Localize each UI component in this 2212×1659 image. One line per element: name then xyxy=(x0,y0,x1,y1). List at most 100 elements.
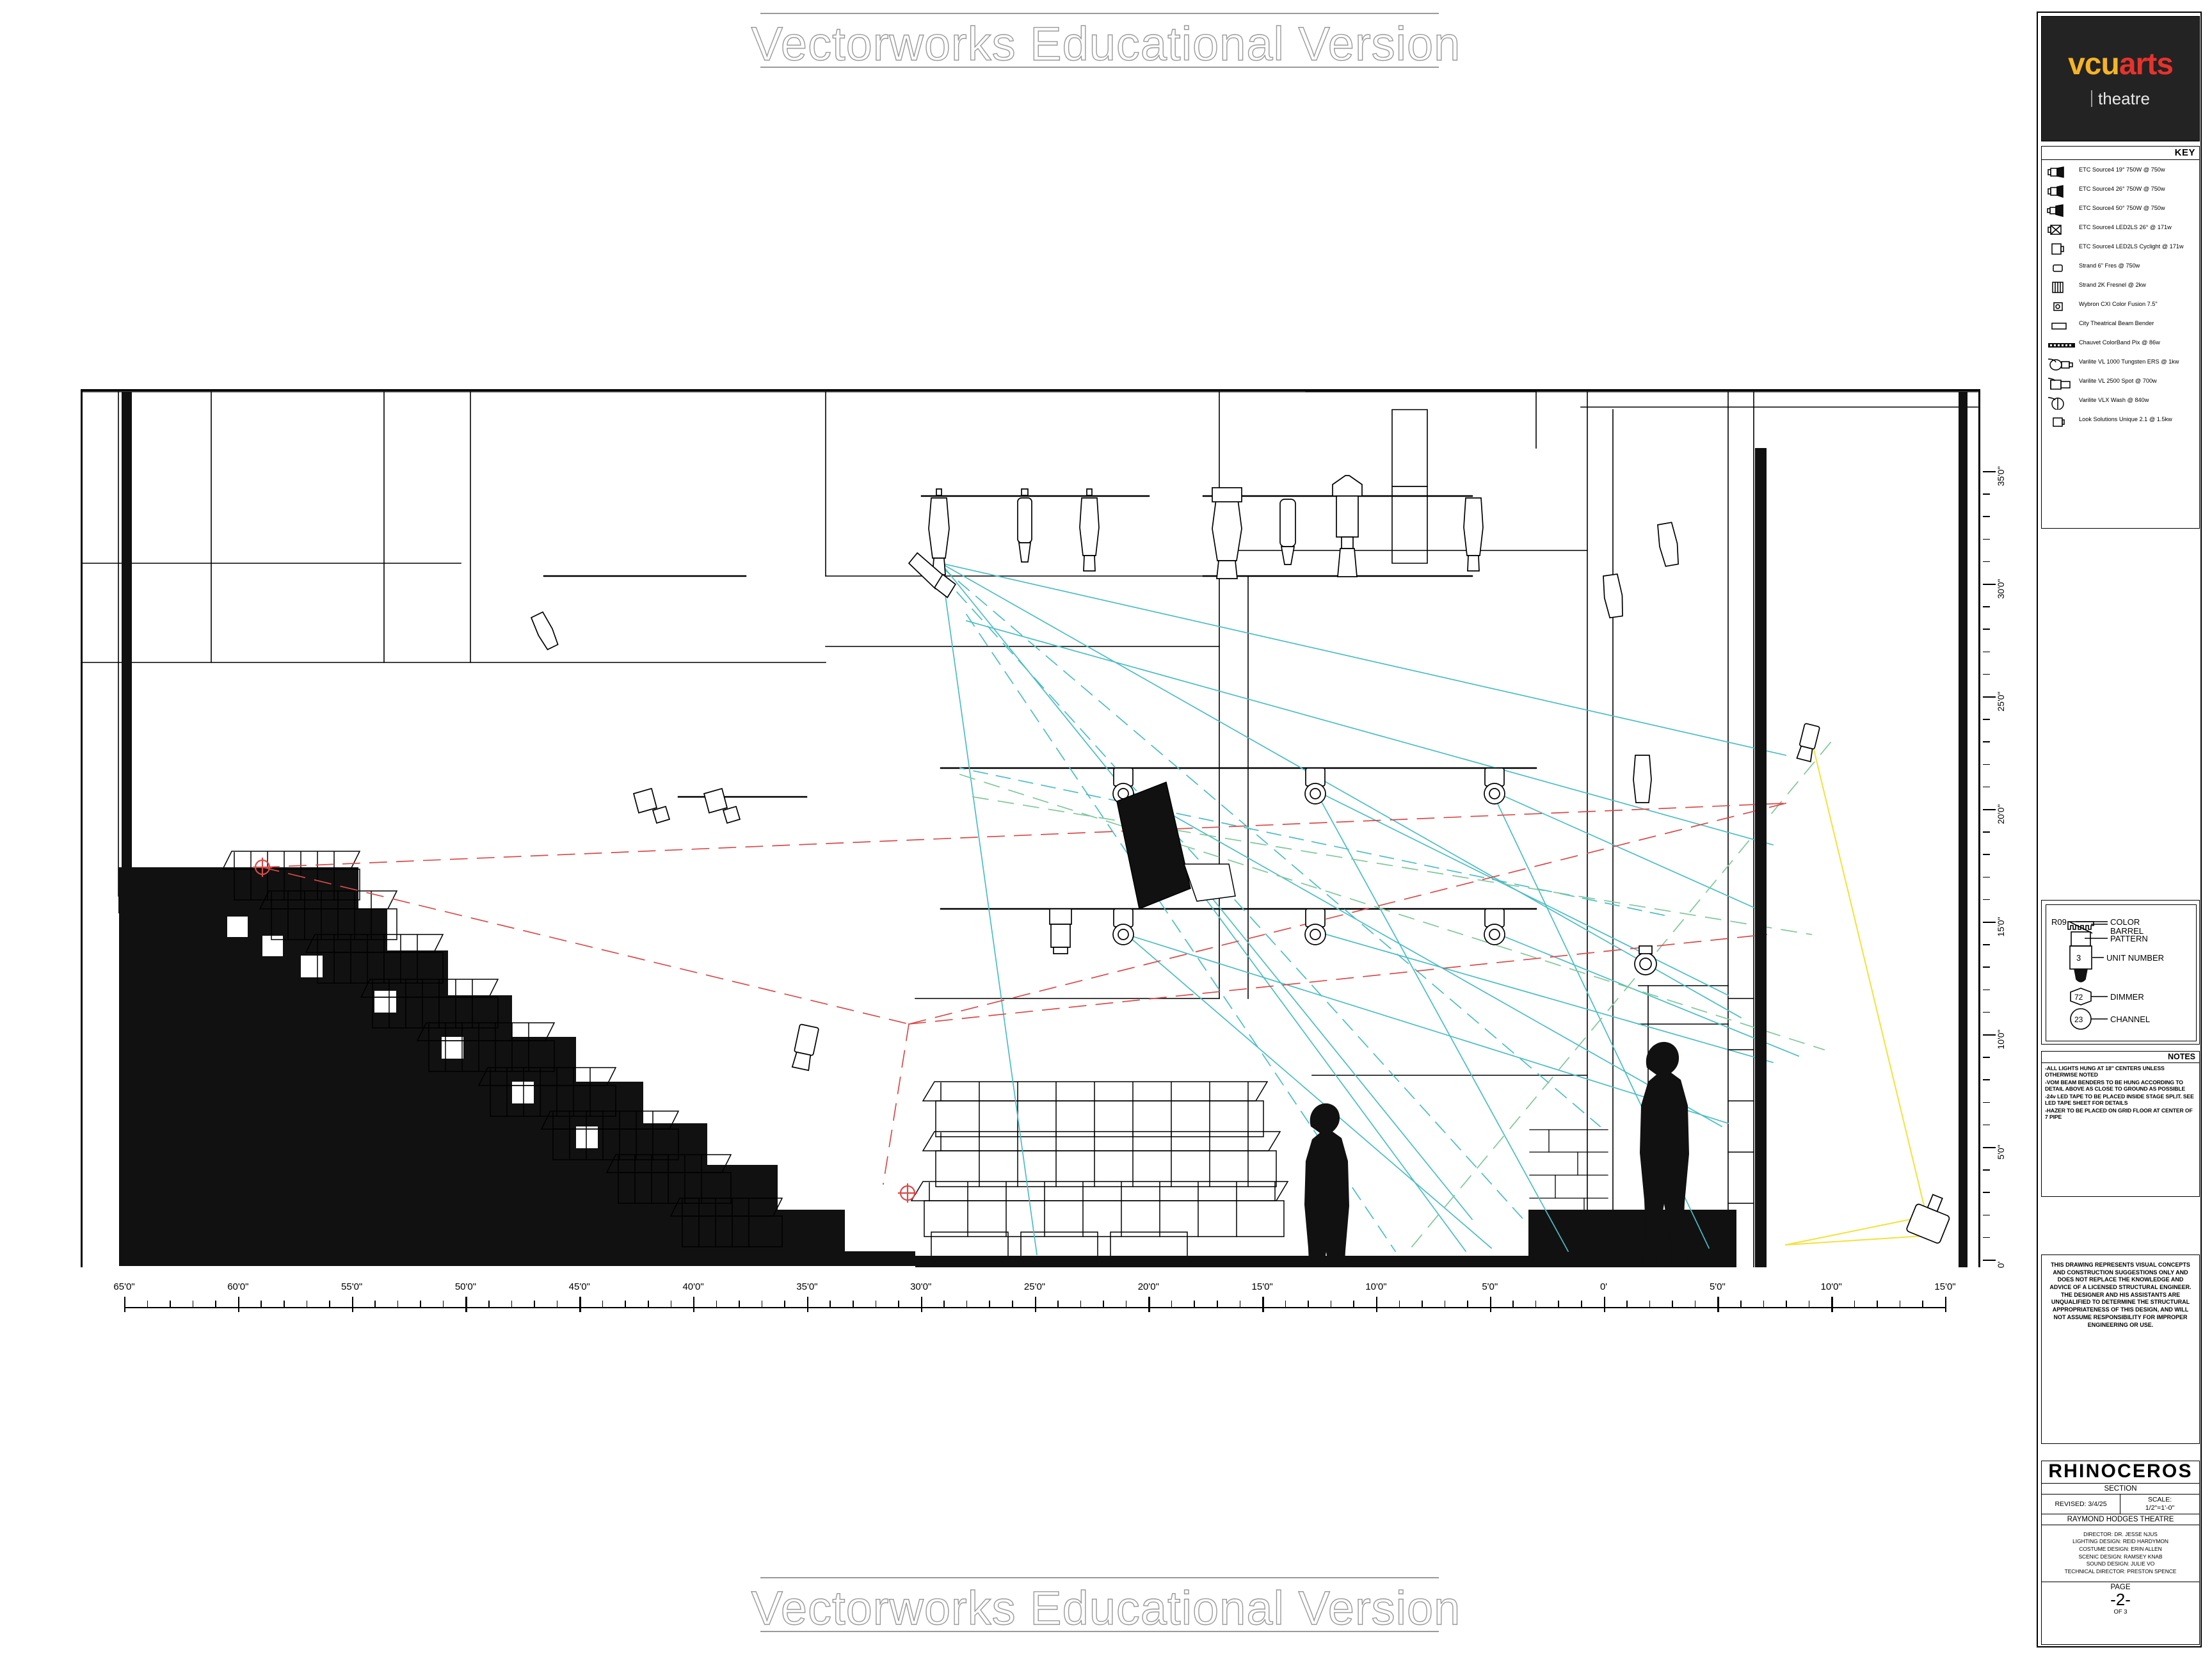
h-tick-minor xyxy=(1854,1301,1855,1308)
h-tick-label: 40'0" xyxy=(682,1281,704,1292)
hazer-icon xyxy=(2044,415,2079,429)
h-tick-minor xyxy=(306,1301,308,1308)
logo-wordmark: vcuarts xyxy=(2068,47,2174,81)
scale-value: 1/2"=1'-0" xyxy=(2145,1503,2175,1512)
h-tick-label: 0' xyxy=(1599,1281,1608,1292)
key-header: KEY xyxy=(2042,147,2199,160)
h-tick-minor xyxy=(1581,1301,1582,1308)
key-item-label: ETC Source4 19° 750W @ 750w xyxy=(2079,166,2165,173)
ellipsoidal-19-icon xyxy=(2044,165,2079,179)
v-tick-major xyxy=(1983,922,1996,924)
v-tick-minor xyxy=(1983,1237,1990,1238)
credit-line: SCENIC DESIGN: RAMSEY KNAB xyxy=(2078,1553,2163,1560)
key-item: ETC Source4 50° 750W @ 750w xyxy=(2044,204,2197,218)
h-tick-minor xyxy=(966,1301,968,1308)
h-tick-minor xyxy=(853,1301,854,1308)
h-tick-label: 10'0" xyxy=(1365,1281,1387,1292)
logo-unit: theatre xyxy=(2091,89,2150,109)
h-tick-minor xyxy=(1740,1301,1742,1308)
h-tick-minor xyxy=(1057,1301,1059,1308)
vcuarts-theatre-logo: vcuarts theatre xyxy=(2041,16,2200,141)
h-tick-minor xyxy=(260,1301,262,1308)
note-line: -ALL LIGHTS HUNG AT 18" CENTERS UNLESS O… xyxy=(2045,1065,2165,1078)
h-tick-major xyxy=(1831,1297,1833,1312)
svg-text:COLOR: COLOR xyxy=(2110,917,2140,927)
h-tick-major xyxy=(465,1297,467,1312)
key-legend-box: KEY ETC Source4 19° 750W @ 750w ETC Sourc… xyxy=(2041,146,2200,529)
key-item-label: Varilite VL 1000 Tungsten ERS @ 1kw xyxy=(2079,358,2179,365)
h-tick-label: 15'0" xyxy=(1934,1281,1956,1292)
h-tick-major xyxy=(1262,1297,1264,1312)
h-tick-minor xyxy=(943,1301,945,1308)
credit-line: DIRECTOR: DR. JESSE NJUS xyxy=(2083,1530,2158,1537)
v-tick-minor xyxy=(1983,561,1990,563)
h-tick-minor xyxy=(1763,1301,1765,1308)
h-tick-minor xyxy=(898,1301,899,1308)
notes-header: NOTES xyxy=(2042,1052,2199,1063)
colorband-pix-icon xyxy=(2044,338,2079,352)
h-tick-minor xyxy=(1080,1301,1082,1308)
sheet-name: SECTION xyxy=(2042,1484,2199,1495)
h-tick-minor xyxy=(1285,1301,1286,1308)
h-tick-major xyxy=(1034,1297,1036,1312)
credit-line: TECHNICAL DIRECTOR: PRESTON SPENCE xyxy=(2064,1567,2177,1575)
h-tick-minor xyxy=(1353,1301,1354,1308)
h-tick-major xyxy=(1489,1297,1492,1312)
h-tick-minor xyxy=(1808,1301,1810,1308)
beam-bender-icon xyxy=(2044,319,2079,333)
h-tick-minor xyxy=(647,1301,649,1308)
h-tick-minor xyxy=(716,1301,717,1308)
key-item-label: ETC Source4 26° 750W @ 750w xyxy=(2079,186,2165,192)
key-item: Wybron CXI Color Fusion 7.5" xyxy=(2044,300,2197,314)
v-tick-minor xyxy=(1983,876,1990,878)
key-item-label: Varilite VLX Wash @ 840w xyxy=(2079,397,2149,403)
v-tick-minor xyxy=(1983,538,1990,540)
v-tick-label: 35'0" xyxy=(1996,466,2006,486)
h-tick-minor xyxy=(875,1301,877,1308)
logo-unit-text: theatre xyxy=(2098,88,2150,108)
svg-text:3: 3 xyxy=(2076,953,2081,963)
h-tick-minor xyxy=(1194,1301,1196,1308)
key-item-label: Chauvet ColorBand Pix @ 86w xyxy=(2079,339,2160,346)
svg-text:PATTERN: PATTERN xyxy=(2110,934,2148,943)
v-tick-major xyxy=(1983,696,1996,698)
page-total: OF 3 xyxy=(2113,1608,2128,1615)
h-tick-minor xyxy=(670,1301,672,1308)
h-tick-minor xyxy=(784,1301,785,1308)
production-credits: DIRECTOR: DR. JESSE NJUS LIGHTING DESIGN:… xyxy=(2042,1525,2199,1583)
v-tick-major xyxy=(1983,809,1996,811)
h-tick-major xyxy=(1945,1297,1947,1312)
h-tick-label: 15'0" xyxy=(1251,1281,1273,1292)
h-tick-minor xyxy=(1649,1301,1651,1308)
h-tick-minor xyxy=(215,1301,216,1308)
key-item-label: ETC Source4 LED2LS 26° @ 171w xyxy=(2079,224,2172,230)
h-tick-minor xyxy=(329,1301,330,1308)
v-tick-major xyxy=(1983,584,1996,586)
drawing-border xyxy=(81,389,1980,1267)
v-tick-minor xyxy=(1983,1057,1990,1058)
key-item: Varilite VL 1000 Tungsten ERS @ 1kw xyxy=(2044,357,2197,371)
h-tick-major xyxy=(351,1297,354,1312)
h-tick-minor xyxy=(374,1301,376,1308)
logo-vcu-text: vcu xyxy=(2068,47,2120,81)
ellipsoidal-50-icon xyxy=(2044,204,2079,218)
page-indicator: PAGE -2- OF 3 xyxy=(2042,1582,2199,1617)
h-tick-minor xyxy=(1786,1301,1787,1308)
h-tick-minor xyxy=(1217,1301,1218,1308)
scale-label: SCALE: xyxy=(2147,1495,2172,1503)
svg-text:UNIT NUMBER: UNIT NUMBER xyxy=(2106,953,2164,963)
note-line: -24v LED TAPE TO BE PLACED INSIDE STAGE … xyxy=(2045,1093,2194,1107)
fresnel-6-icon xyxy=(2044,261,2079,275)
key-item-list: ETC Source4 19° 750W @ 750w ETC Source4 2… xyxy=(2042,160,2199,437)
h-tick-minor xyxy=(1125,1301,1127,1308)
v-tick-label: 25'0" xyxy=(1996,691,2006,712)
v-tick-minor xyxy=(1983,1169,1990,1171)
key-item-label: Strand 2K Fresnel @ 2kw xyxy=(2079,282,2146,288)
h-tick-major xyxy=(124,1297,126,1312)
h-tick-minor xyxy=(1103,1301,1104,1308)
svg-text:R09: R09 xyxy=(2051,917,2067,927)
h-tick-major xyxy=(237,1297,240,1312)
h-tick-minor xyxy=(1899,1301,1901,1308)
v-tick-label: 0' xyxy=(1996,1261,2006,1269)
h-tick-minor xyxy=(1239,1301,1241,1308)
